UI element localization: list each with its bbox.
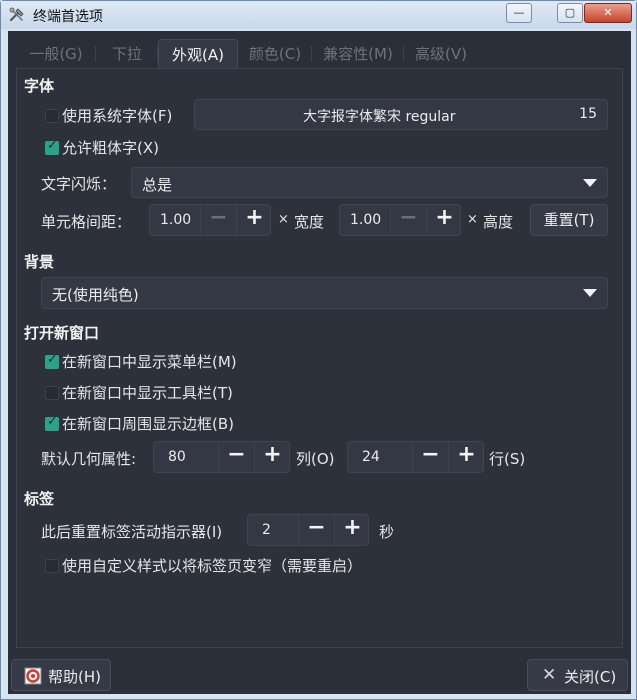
font-name: 大字报字体繁宋 regular — [303, 109, 456, 125]
help-button[interactable]: 帮助(H) — [11, 659, 111, 691]
rows-spinner[interactable]: 24 − + — [347, 441, 484, 473]
tab-general[interactable]: 一般(G) — [16, 39, 96, 69]
reset-indicator-label: 此后重置标签活动指示器(I) — [41, 523, 223, 541]
times-sign: × — [278, 212, 289, 227]
plus-icon[interactable]: + — [448, 442, 484, 472]
close-icon: ✕ — [603, 6, 613, 19]
use-system-font-label[interactable]: 使用系统字体(F) — [62, 105, 172, 126]
width-label: 宽度 — [294, 213, 325, 231]
window-title: 终端首选项 — [33, 9, 103, 25]
tab-appearance[interactable]: 外观(A) — [158, 39, 238, 69]
close-window-button[interactable]: ✕ — [584, 3, 632, 23]
close-label: 关闭(C) — [564, 668, 617, 686]
maximize-icon: ▢ — [564, 6, 576, 19]
geometry-label: 默认几何属性: — [41, 450, 137, 468]
font-chooser-button[interactable]: 大字报字体繁宋 regular 15 — [194, 99, 608, 130]
minus-icon[interactable]: − — [390, 205, 426, 235]
maximize-button[interactable]: ▢ — [557, 3, 583, 23]
seconds-label: 秒 — [379, 523, 395, 541]
allow-bold-checkbox[interactable] — [45, 138, 59, 155]
close-icon: ✕ — [542, 665, 557, 685]
columns-spinner[interactable]: 80 − + — [153, 441, 290, 473]
cell-width-value: 1.00 — [160, 212, 192, 228]
plus-icon[interactable]: + — [254, 442, 290, 472]
background-section-title: 背景 — [24, 253, 55, 271]
height-label: 高度 — [483, 213, 514, 231]
show-border-label[interactable]: 在新窗口周围显示边框(B) — [62, 413, 234, 434]
background-value: 无(使用纯色) — [52, 286, 139, 304]
blink-label: 文字闪烁： — [41, 175, 117, 193]
title-bar[interactable]: 终端首选项 — ▢ ✕ — [1, 1, 636, 29]
blink-value: 总是 — [142, 176, 173, 194]
font-section-title: 字体 — [24, 77, 55, 95]
allow-bold-label[interactable]: 允许粗体字(X) — [62, 137, 159, 158]
tab-dropdown[interactable]: 下拉 — [96, 39, 158, 69]
background-dropdown[interactable]: 无(使用纯色) — [41, 277, 608, 309]
tab-compatibility[interactable]: 兼容性(M) — [312, 39, 404, 69]
minus-icon[interactable]: − — [218, 442, 254, 472]
minus-icon[interactable]: − — [298, 515, 334, 545]
preferences-window: 终端首选项 — ▢ ✕ 一般(G) 下拉 外观(A) 颜色(C) 兼容性(M) … — [0, 0, 637, 700]
tab-advanced[interactable]: 高级(V) — [404, 39, 478, 69]
show-menubar-checkbox[interactable] — [45, 352, 59, 369]
chevron-down-icon — [583, 178, 597, 187]
minus-icon[interactable]: − — [200, 205, 236, 235]
columns-value: 80 — [168, 449, 186, 465]
close-button[interactable]: ✕ 关闭(C) — [527, 659, 628, 691]
font-size: 15 — [579, 106, 597, 122]
show-toolbar-label[interactable]: 在新窗口中显示工具栏(T) — [62, 382, 233, 403]
rows-label: 行(S) — [489, 450, 526, 468]
show-menubar-label[interactable]: 在新窗口中显示菜单栏(M) — [62, 351, 237, 372]
times-sign: × — [467, 212, 478, 227]
custom-style-checkbox[interactable] — [45, 559, 59, 573]
custom-style-label[interactable]: 使用自定义样式以将标签页变窄（需要重启） — [62, 555, 362, 576]
tabs-section-title: 标签 — [24, 490, 55, 508]
new-window-section-title: 打开新窗口 — [24, 324, 100, 342]
rows-value: 24 — [362, 449, 380, 465]
tab-bar: 一般(G) 下拉 外观(A) 颜色(C) 兼容性(M) 高级(V) — [16, 39, 624, 69]
minimize-button[interactable]: — — [506, 3, 532, 23]
chevron-down-icon — [583, 289, 597, 297]
appearance-panel: 字体 使用系统字体(F) 大字报字体繁宋 regular 15 允许粗体字(X)… — [16, 68, 623, 648]
columns-label: 列(O) — [296, 450, 335, 468]
use-system-font-checkbox[interactable] — [45, 109, 59, 123]
reset-indicator-spinner[interactable]: 2 − + — [247, 514, 369, 546]
show-border-checkbox[interactable] — [45, 414, 59, 431]
reset-spacing-button[interactable]: 重置(T) — [530, 204, 608, 236]
help-icon — [24, 667, 42, 685]
cell-height-spinner[interactable]: 1.00 − + — [339, 204, 461, 236]
minimize-icon: — — [513, 6, 525, 19]
tab-colors[interactable]: 颜色(C) — [238, 39, 312, 69]
reset-indicator-value: 2 — [262, 522, 271, 538]
plus-icon[interactable]: + — [426, 205, 462, 235]
terminal-app-icon — [9, 7, 24, 22]
cell-width-spinner[interactable]: 1.00 − + — [149, 204, 271, 236]
plus-icon[interactable]: + — [236, 205, 272, 235]
show-toolbar-checkbox[interactable] — [45, 386, 59, 400]
minus-icon[interactable]: − — [412, 442, 448, 472]
cell-height-value: 1.00 — [350, 212, 382, 228]
dialog-body: 一般(G) 下拉 外观(A) 颜色(C) 兼容性(M) 高级(V) 字体 使用系… — [8, 31, 631, 694]
help-label: 帮助(H) — [48, 668, 101, 686]
cell-spacing-label: 单元格间距： — [41, 213, 132, 231]
blink-dropdown[interactable]: 总是 — [131, 167, 608, 198]
plus-icon[interactable]: + — [334, 515, 370, 545]
